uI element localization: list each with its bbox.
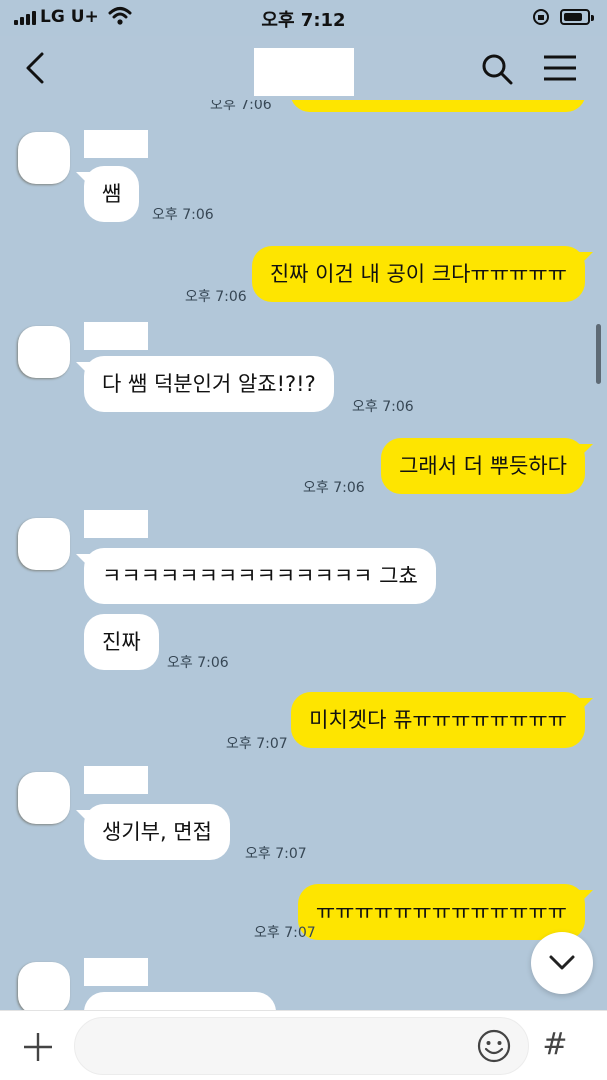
avatar[interactable] bbox=[18, 772, 70, 824]
message-input-bar: # bbox=[0, 1010, 607, 1080]
emoji-icon[interactable] bbox=[476, 1028, 512, 1064]
message-bubble-outgoing[interactable]: 미치겟다 퓨ㅠㅠㅠㅠㅠㅠㅠㅠ bbox=[291, 692, 593, 748]
message-bubble-outgoing[interactable] bbox=[290, 100, 586, 112]
message-time: 오후 7:06 bbox=[152, 207, 214, 223]
scrollbar[interactable] bbox=[596, 324, 601, 384]
chat-title-redacted bbox=[254, 48, 354, 96]
message-bubble-incoming[interactable] bbox=[84, 992, 276, 1010]
message-text: 쌤 bbox=[102, 182, 122, 206]
status-time: 오후 7:12 bbox=[261, 10, 346, 31]
sender-name-redacted bbox=[84, 130, 148, 158]
orientation-lock-icon bbox=[533, 9, 549, 25]
message-text: 미치겟다 퓨ㅠㅠㅠㅠㅠㅠㅠㅠ bbox=[309, 708, 567, 732]
avatar[interactable] bbox=[18, 962, 70, 1010]
status-bar: LG U+ 오후 7:12 bbox=[0, 0, 607, 36]
message-time: 오후 7:06 bbox=[352, 399, 414, 415]
message-bubble-outgoing[interactable]: 진짜 이건 내 공이 크다ㅠㅠㅠㅠㅠ bbox=[251, 246, 593, 302]
message-time: 오후 7:06 bbox=[167, 655, 229, 671]
message-bubble-incoming[interactable]: ㅋㅋㅋㅋㅋㅋㅋㅋㅋㅋㅋㅋㅋㅋ 그쵸 bbox=[76, 548, 436, 604]
message-text: 그래서 더 뿌듯하다 bbox=[399, 454, 567, 478]
sender-name-redacted bbox=[84, 958, 148, 986]
message-time: 오후 7:07 bbox=[254, 925, 316, 941]
message-bubble-outgoing[interactable]: 그래서 더 뿌듯하다 bbox=[381, 438, 593, 494]
message-bubble-incoming[interactable]: 쌤 bbox=[76, 166, 140, 222]
message-bubble-incoming[interactable]: 생기부, 면접 bbox=[76, 804, 230, 860]
message-text: 다 쌤 덕분인거 알죠!?!? bbox=[102, 372, 316, 396]
plus-icon[interactable] bbox=[22, 1031, 54, 1063]
avatar[interactable] bbox=[18, 518, 70, 570]
message-text: 진짜 이건 내 공이 크다ㅠㅠㅠㅠㅠ bbox=[269, 262, 567, 286]
sender-name-redacted bbox=[84, 510, 148, 538]
sender-name-redacted bbox=[84, 766, 148, 794]
search-icon[interactable] bbox=[480, 52, 514, 86]
message-text: ㅠㅠㅠㅠㅠㅠㅠㅠㅠㅠㅠㅠㅠ bbox=[315, 900, 567, 924]
battery-icon bbox=[560, 9, 594, 25]
chat-message-list[interactable]: 오후 7:06 쌤 오후 7:06 진짜 이건 내 공이 크다ㅠㅠㅠㅠㅠ 오후 … bbox=[0, 100, 607, 1010]
message-bubble-incoming[interactable]: 진짜 bbox=[84, 614, 159, 670]
back-chevron-icon[interactable] bbox=[20, 50, 50, 86]
hamburger-menu-icon[interactable] bbox=[542, 54, 578, 82]
avatar[interactable] bbox=[18, 132, 70, 184]
message-time: 오후 7:07 bbox=[245, 846, 307, 862]
message-time: 오후 7:07 bbox=[226, 736, 288, 752]
message-text: ㅋㅋㅋㅋㅋㅋㅋㅋㅋㅋㅋㅋㅋㅋ 그쵸 bbox=[102, 564, 418, 588]
message-bubble-outgoing[interactable]: ㅠㅠㅠㅠㅠㅠㅠㅠㅠㅠㅠㅠㅠ bbox=[297, 884, 593, 940]
message-time: 오후 7:06 bbox=[303, 480, 365, 496]
message-text: 진짜 bbox=[102, 630, 141, 654]
message-bubble-incoming[interactable]: 다 쌤 덕분인거 알죠!?!? bbox=[76, 356, 334, 412]
message-input[interactable] bbox=[74, 1017, 529, 1075]
scroll-to-bottom-button[interactable] bbox=[531, 932, 593, 994]
message-time: 오후 7:06 bbox=[210, 100, 272, 113]
chat-header bbox=[0, 36, 607, 100]
chevron-down-icon bbox=[549, 955, 575, 970]
hash-icon[interactable]: # bbox=[540, 1025, 570, 1065]
message-time: 오후 7:06 bbox=[185, 289, 247, 305]
sender-name-redacted bbox=[84, 322, 148, 350]
message-text: 생기부, 면접 bbox=[102, 820, 212, 844]
avatar[interactable] bbox=[18, 326, 70, 378]
